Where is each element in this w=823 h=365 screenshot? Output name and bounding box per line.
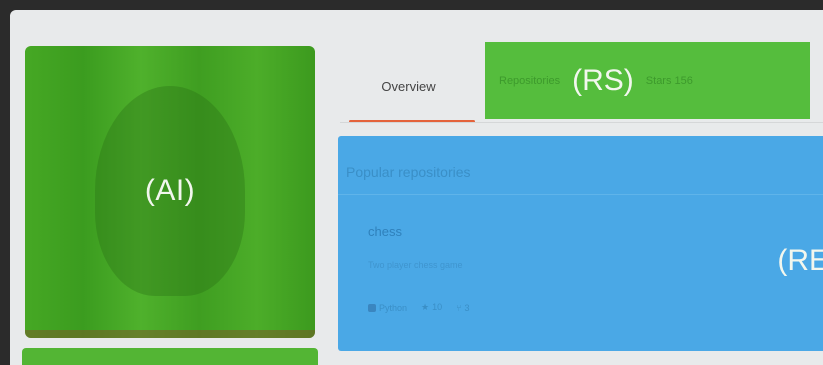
repo-stars[interactable]: ★ 10 — [421, 302, 442, 313]
repo-language-label: Python — [379, 302, 408, 313]
repo-card[interactable]: chess Two player chess game Python ★ 10 ⑂… — [356, 202, 823, 351]
language-dot-icon — [368, 304, 376, 313]
avatar-edge — [25, 330, 315, 338]
repo-forks-count: 3 — [464, 302, 470, 313]
repo-description: Two player chess game — [368, 260, 463, 270]
repositories-annotation: (RE — [777, 244, 823, 277]
tab-overview-label: Overview — [381, 78, 436, 94]
popular-repositories-heading: Popular repositories — [346, 164, 471, 180]
star-icon: ★ — [421, 302, 430, 312]
fork-icon: ⑂ — [456, 302, 462, 313]
tab-repositories[interactable]: Repositories — [499, 75, 560, 87]
avatar-region[interactable]: (AI) — [25, 46, 315, 338]
tabs-annotation: (RS) — [572, 63, 634, 97]
avatar-annotation: (AI) — [144, 174, 196, 207]
tabs-annotation-region[interactable]: Repositories (RS) Stars 156 — [485, 42, 810, 119]
repo-meta: Python ★ 10 ⑂ 3 — [368, 302, 470, 313]
repo-language: Python — [368, 303, 407, 313]
repositories-panel: Popular repositories chess Two player ch… — [338, 136, 823, 351]
tab-overview[interactable]: Overview — [340, 50, 477, 122]
tab-stars[interactable]: Stars 156 — [646, 75, 693, 87]
repo-stars-count: 10 — [432, 302, 443, 312]
repo-forks[interactable]: ⑂ 3 — [456, 303, 469, 313]
panel-divider — [338, 194, 823, 195]
profile-info-region — [22, 348, 318, 365]
profile-page: (AI) Overview Repositories (RS) Stars 15… — [10, 10, 823, 365]
tabs-divider — [340, 122, 823, 123]
repo-name-link[interactable]: chess — [368, 224, 402, 239]
